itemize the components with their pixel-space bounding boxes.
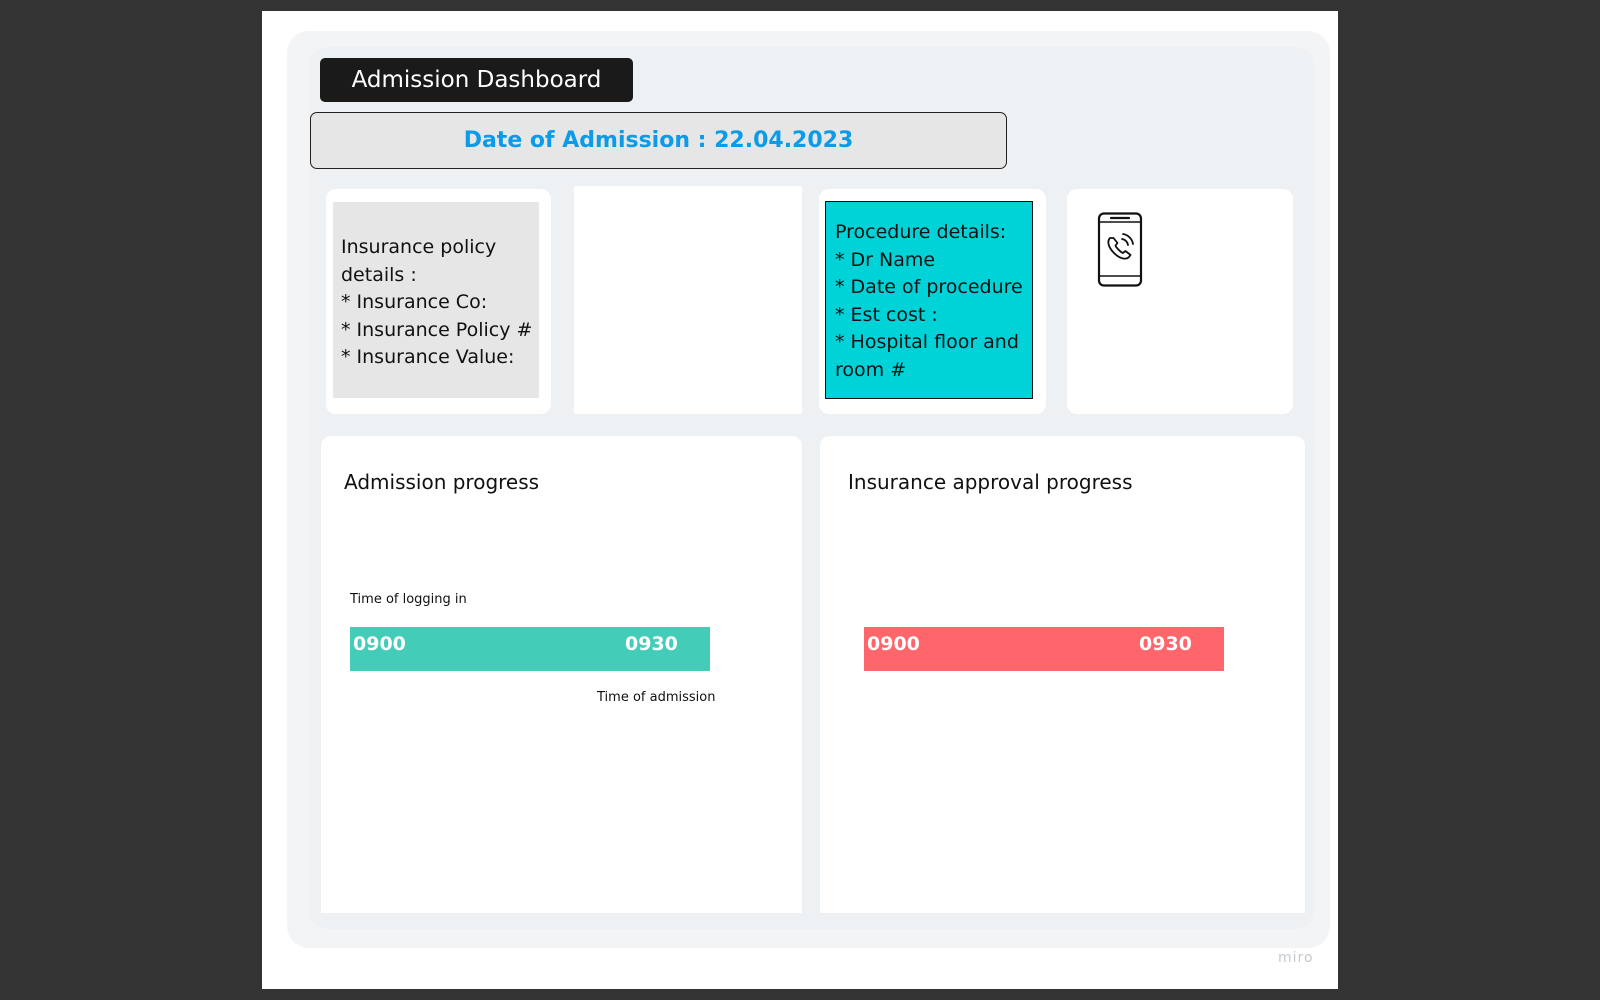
insurance-value-item: * Insurance Value:: [341, 346, 515, 368]
procedure-details: Procedure details: * Dr Name * Date of p…: [825, 201, 1033, 399]
admission-start-time: 0900: [353, 633, 406, 655]
admission-end-time: 0930: [625, 633, 678, 655]
miro-watermark: miro: [1278, 950, 1314, 966]
admission-progress-panel: [321, 436, 802, 913]
insurance-heading-line-1: Insurance policy: [341, 236, 497, 258]
insurance-end-time: 0930: [1139, 633, 1192, 655]
insurance-approval-panel: [820, 436, 1305, 913]
dashboard-title: Admission Dashboard: [320, 58, 633, 102]
insurance-approval-title: Insurance approval progress: [848, 470, 1133, 494]
admission-time-label: Time of admission: [597, 690, 716, 705]
insurance-company-item: * Insurance Co:: [341, 291, 488, 313]
procedure-date-item: * Date of procedure: [835, 276, 1023, 298]
empty-card: [574, 186, 802, 414]
login-time-label: Time of logging in: [350, 592, 467, 607]
admission-progress-title: Admission progress: [344, 470, 540, 494]
admission-date-bar: Date of Admission : 22.04.2023: [310, 112, 1007, 169]
hospital-room-item: * Hospital floor and room #: [835, 331, 1019, 381]
phone-call-icon[interactable]: [1096, 212, 1144, 292]
insurance-start-time: 0900: [867, 633, 920, 655]
insurance-policy-number-item: * Insurance Policy #: [341, 318, 533, 341]
admission-progress-bar: 0900 0930: [350, 627, 710, 671]
insurance-heading-line-2: details :: [341, 263, 417, 286]
insurance-progress-bar: 0900 0930: [864, 627, 1224, 671]
insurance-policy-details: Insurance policy details : * Insurance C…: [333, 202, 539, 398]
procedure-heading: Procedure details:: [835, 221, 1007, 243]
doctor-name-item: * Dr Name: [835, 248, 936, 271]
estimated-cost-item: * Est cost :: [835, 303, 938, 326]
